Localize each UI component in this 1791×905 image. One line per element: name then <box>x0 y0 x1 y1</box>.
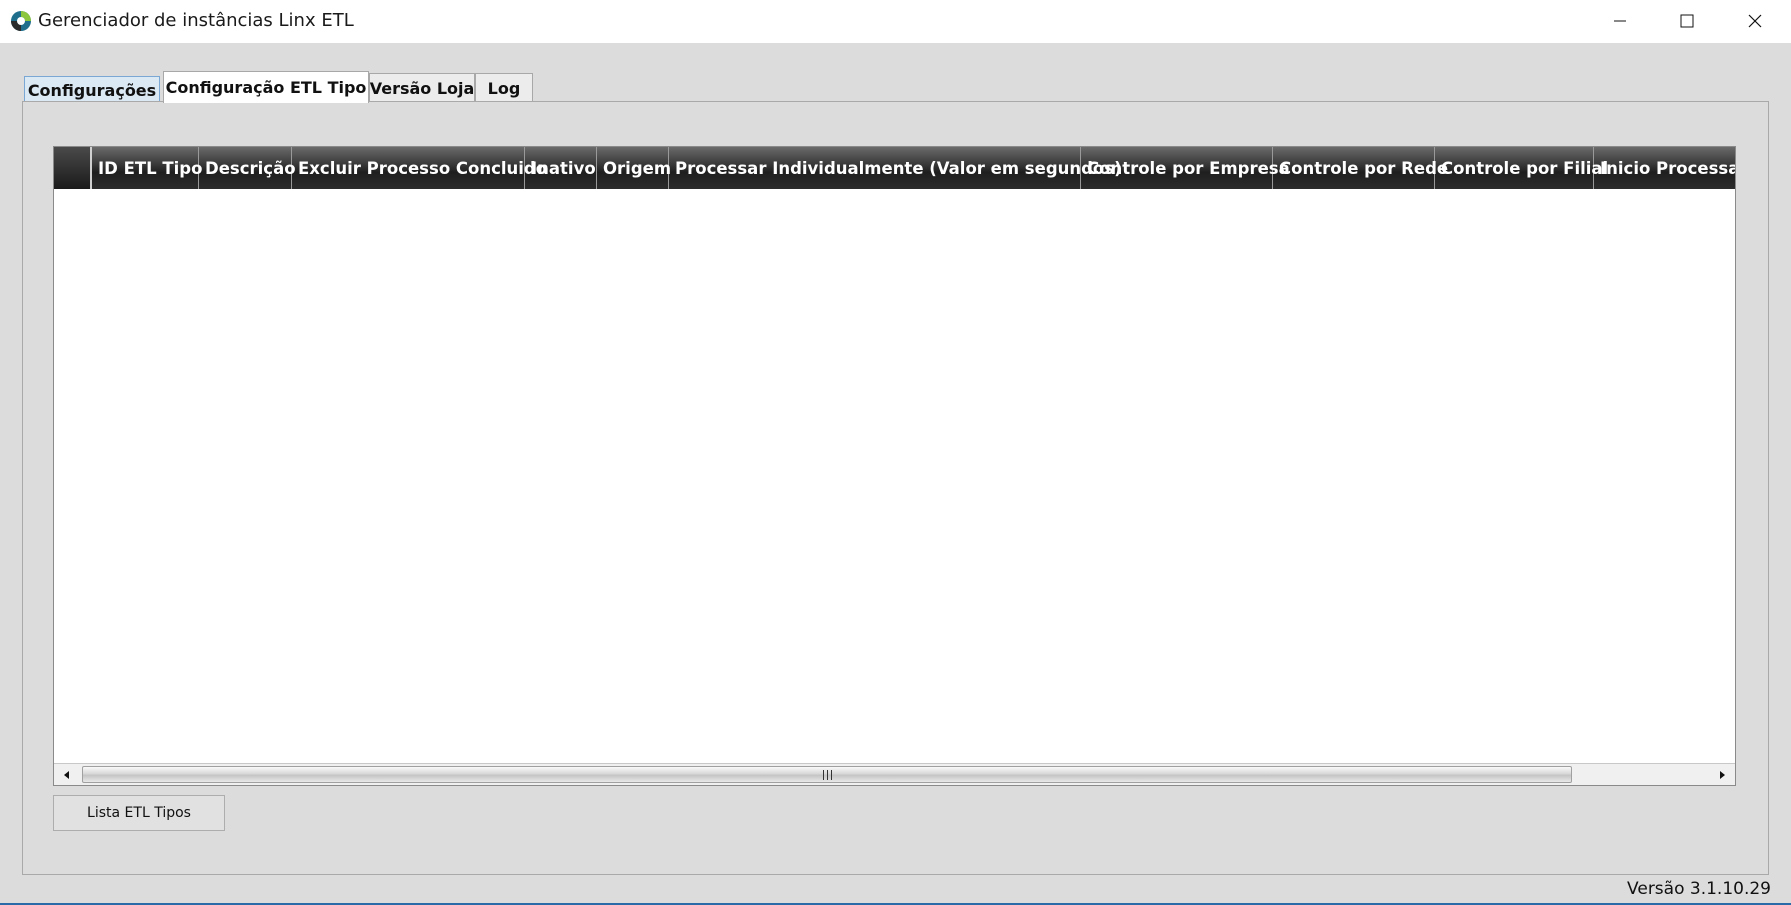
column-header-controle-por-filial[interactable]: Controle por Filial <box>1435 147 1608 189</box>
column-header-controle-por-rede[interactable]: Controle por Rede <box>1273 147 1448 189</box>
column-header-inativo[interactable]: Inativo <box>525 147 597 189</box>
grid-body[interactable] <box>54 189 1735 763</box>
scrollbar-thumb[interactable] <box>82 766 1572 783</box>
grid-header: ID ETL Tipo Descrição Excluir Processo C… <box>54 147 1735 189</box>
tab-versao-loja[interactable]: Versão Loja <box>369 73 475 103</box>
column-header-inicio-processar[interactable]: Inicio Processar <box>1594 147 1735 189</box>
close-button[interactable] <box>1720 0 1790 42</box>
version-label: Versão 3.1.10.29 <box>1627 879 1771 899</box>
column-header-id-etl-tipo[interactable]: ID ETL Tipo <box>92 147 202 189</box>
row-header-corner[interactable] <box>54 147 92 189</box>
column-header-descricao[interactable]: Descrição <box>199 147 296 189</box>
column-header-controle-por-empresa[interactable]: Controle por Empresa <box>1081 147 1290 189</box>
arrow-left-icon <box>64 770 69 779</box>
column-header-origem[interactable]: Origem <box>597 147 671 189</box>
maximize-button[interactable] <box>1652 0 1722 42</box>
horizontal-scrollbar[interactable] <box>54 763 1735 785</box>
scroll-left-button[interactable] <box>54 764 80 785</box>
tab-configuracao-etl-tipo[interactable]: Configuração ETL Tipo <box>163 71 369 103</box>
maximize-icon <box>1680 14 1694 28</box>
window-title: Gerenciador de instâncias Linx ETL <box>38 10 354 31</box>
etl-tipo-grid[interactable]: ID ETL Tipo Descrição Excluir Processo C… <box>53 146 1736 786</box>
minimize-icon <box>1614 20 1626 22</box>
app-window: Gerenciador de instâncias Linx ETL Confi… <box>0 0 1791 905</box>
tab-configuracoes[interactable]: Configurações <box>24 76 160 103</box>
arrow-right-icon <box>1720 770 1725 779</box>
close-icon <box>1748 14 1762 28</box>
scroll-right-button[interactable] <box>1709 764 1735 785</box>
column-header-excluir-processo-concluido[interactable]: Excluir Processo Concluido <box>292 147 547 189</box>
title-bar: Gerenciador de instâncias Linx ETL <box>0 0 1791 43</box>
grip-icon <box>823 770 832 780</box>
column-header-processar-individualmente[interactable]: Processar Individualmente (Valor em segu… <box>669 147 1122 189</box>
tab-panel-configuracao-etl-tipo: ID ETL Tipo Descrição Excluir Processo C… <box>22 101 1769 875</box>
minimize-button[interactable] <box>1585 0 1655 42</box>
tab-log[interactable]: Log <box>475 73 533 103</box>
lista-etl-tipos-button[interactable]: Lista ETL Tipos <box>53 795 225 831</box>
linx-etl-app-icon <box>11 11 31 31</box>
